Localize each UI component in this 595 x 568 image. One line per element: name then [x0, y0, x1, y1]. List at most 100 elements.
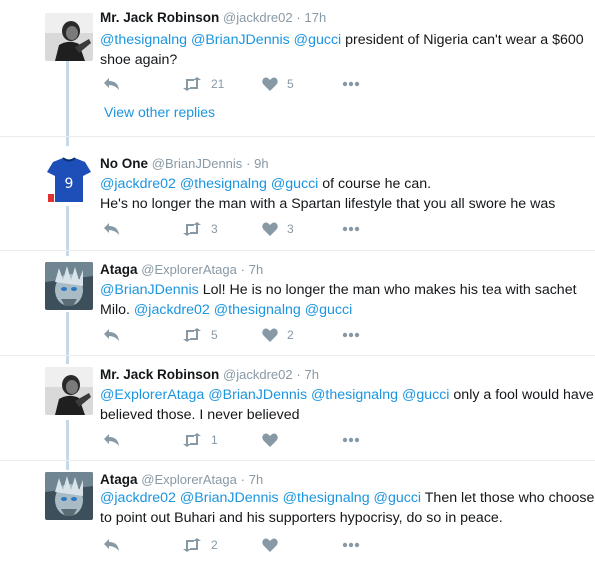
mention-link[interactable]: @thesignalng	[180, 176, 267, 192]
like-button[interactable]: 2	[262, 326, 294, 344]
display-name[interactable]: No One	[100, 156, 148, 171]
like-button[interactable]: 5	[262, 75, 294, 93]
mention-link[interactable]: @gucci	[305, 302, 353, 318]
more-dots-icon	[342, 81, 360, 87]
username[interactable]: @ExplorerAtaga	[141, 472, 237, 487]
more-dots-icon	[342, 332, 360, 338]
reply-icon	[104, 434, 119, 446]
timestamp[interactable]: 9h	[254, 156, 268, 171]
tweet-text-segment: president of Nigeria can't wear a $600	[341, 32, 584, 48]
like-button[interactable]	[262, 536, 278, 554]
timestamp[interactable]: 7h	[305, 367, 319, 382]
tweet[interactable]: Mr. Jack Robinson @jackdre02 · 17h @thes…	[0, 10, 595, 135]
mention-link[interactable]: @jackdre02	[100, 176, 176, 192]
mention-link[interactable]: @thesignalng	[100, 32, 187, 48]
retweet-count: 3	[211, 222, 218, 236]
like-count: 2	[287, 328, 294, 342]
timestamp[interactable]: 7h	[249, 262, 263, 277]
tweet-text-segment: shoe again?	[100, 52, 178, 68]
like-button[interactable]: 3	[262, 220, 294, 238]
retweet-count: 21	[211, 77, 225, 91]
more-dots-icon	[342, 226, 360, 232]
display-name[interactable]: Mr. Jack Robinson	[100, 367, 219, 382]
jersey-number: 9	[65, 176, 74, 192]
heart-icon	[262, 538, 278, 552]
divider	[0, 460, 595, 461]
tweet[interactable]: 9 No One @BrianJDennis · 9h @jackdre02 @…	[0, 156, 595, 246]
display-name[interactable]: Mr. Jack Robinson	[100, 10, 219, 25]
divider	[0, 355, 595, 356]
tweet-text-segment: of course he can.	[318, 176, 432, 192]
reply-button[interactable]	[103, 536, 120, 554]
heart-icon	[262, 77, 278, 91]
tweet-header: Mr. Jack Robinson @jackdre02 · 17h	[100, 10, 326, 25]
username[interactable]: @ExplorerAtaga	[141, 262, 237, 277]
avatar[interactable]: 9	[45, 156, 93, 204]
mention-link[interactable]: @BrianJDennis	[100, 282, 199, 298]
timestamp[interactable]: 17h	[305, 10, 327, 25]
more-dots-icon	[342, 437, 360, 443]
view-other-replies-link[interactable]: View other replies	[104, 104, 215, 120]
separator-dot: ·	[296, 367, 301, 382]
username[interactable]: @jackdre02	[223, 367, 293, 382]
like-button[interactable]	[262, 431, 278, 449]
mention-link[interactable]: @gucci	[271, 176, 319, 192]
more-button[interactable]	[342, 326, 360, 344]
mention-link[interactable]: @thesignalng	[283, 490, 370, 506]
avatar[interactable]	[45, 367, 93, 415]
username[interactable]: @BrianJDennis	[152, 156, 243, 171]
retweet-icon	[183, 77, 201, 91]
mention-link[interactable]: @jackdre02	[100, 490, 176, 506]
reply-button[interactable]	[103, 75, 120, 93]
timestamp[interactable]: 7h	[249, 472, 263, 487]
tweet-text-segment: only a fool would have	[449, 387, 594, 403]
avatar[interactable]	[45, 13, 93, 61]
username[interactable]: @jackdre02	[223, 10, 293, 25]
reply-button[interactable]	[103, 431, 120, 449]
separator-dot: ·	[246, 156, 251, 171]
mention-link[interactable]: @jackdre02	[134, 302, 210, 318]
mention-link[interactable]: @ExplorerAtaga	[100, 387, 204, 403]
display-name[interactable]: Ataga	[100, 472, 138, 487]
more-button[interactable]	[342, 220, 360, 238]
avatar[interactable]	[45, 472, 93, 520]
tweet-actions: 1	[100, 431, 400, 449]
tweet-text-segment: Lol! He is no longer the man who makes h…	[198, 282, 577, 298]
more-button[interactable]	[342, 536, 360, 554]
reply-icon	[104, 78, 119, 90]
retweet-button[interactable]: 3	[182, 220, 218, 238]
mention-link[interactable]: @gucci	[294, 32, 342, 48]
retweet-button[interactable]: 5	[182, 326, 218, 344]
more-button[interactable]	[342, 431, 360, 449]
mention-link[interactable]: @BrianJDennis	[208, 387, 307, 403]
tweet-actions: 21 5	[100, 75, 400, 93]
tweet[interactable]: Mr. Jack Robinson @jackdre02 · 7h @Explo…	[0, 367, 595, 457]
tweet[interactable]: Ataga @ExplorerAtaga · 7h @BrianJDennis …	[0, 262, 595, 352]
retweet-button[interactable]: 1	[182, 431, 218, 449]
separator-dot: ·	[296, 10, 301, 25]
tweet-header: No One @BrianJDennis · 9h	[100, 156, 269, 171]
mention-link[interactable]: @BrianJDennis	[191, 32, 290, 48]
retweet-button[interactable]: 21	[182, 75, 224, 93]
heart-icon	[262, 222, 278, 236]
avatar[interactable]	[45, 262, 93, 310]
divider	[0, 136, 595, 137]
mention-link[interactable]: @BrianJDennis	[180, 490, 279, 506]
more-button[interactable]	[342, 75, 360, 93]
mention-link[interactable]: @thesignalng	[214, 302, 301, 318]
retweet-icon	[183, 328, 201, 342]
reply-button[interactable]	[103, 220, 120, 238]
retweet-button[interactable]: 2	[182, 536, 218, 554]
reply-icon	[104, 539, 119, 551]
tweet-text: @ExplorerAtaga @BrianJDennis @thesignaln…	[100, 385, 595, 425]
mention-link[interactable]: @gucci	[374, 490, 422, 506]
reply-button[interactable]	[103, 326, 120, 344]
mention-link[interactable]: @thesignalng	[311, 387, 398, 403]
tweet[interactable]: Ataga @ExplorerAtaga · 7h @jackdre02 @Br…	[0, 472, 595, 568]
separator-dot: ·	[240, 472, 245, 487]
tweet-header: Ataga @ExplorerAtaga · 7h	[100, 262, 263, 277]
mention-link[interactable]: @gucci	[402, 387, 450, 403]
display-name[interactable]: Ataga	[100, 262, 138, 277]
like-count: 3	[287, 222, 294, 236]
tweet-text-segment: to point out Buhari and his supporters h…	[100, 510, 503, 526]
